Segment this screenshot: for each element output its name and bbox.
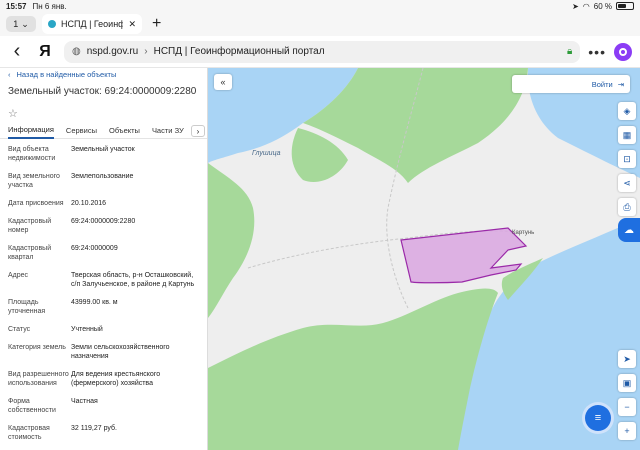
share-icon[interactable]: ⋖ bbox=[618, 174, 636, 192]
battery-icon bbox=[616, 2, 634, 10]
status-right: ➤ ◠ 60 % bbox=[572, 2, 634, 11]
tab-item[interactable]: Информация bbox=[8, 123, 54, 139]
attribute-key: Вид объекта недвижимости bbox=[8, 146, 56, 162]
layers-icon[interactable]: ◈ bbox=[618, 102, 636, 120]
village-label: Картунь bbox=[512, 230, 535, 236]
attribute-value: 20.10.2016 bbox=[71, 200, 107, 207]
measure-icon[interactable]: ⊡ bbox=[618, 150, 636, 168]
table-icon[interactable]: ▦ bbox=[618, 126, 636, 144]
attribute-row: Форма собственности Частная bbox=[8, 397, 199, 415]
collapse-panel-button[interactable]: « bbox=[214, 74, 232, 90]
attribute-key: Статус bbox=[8, 326, 31, 333]
status-time: 15:57 bbox=[6, 1, 27, 11]
back-button[interactable]: ‹ bbox=[8, 40, 26, 63]
tab-count: 1 bbox=[13, 19, 19, 29]
tabs-more-button[interactable]: › bbox=[191, 125, 205, 137]
yandex-logo[interactable]: Я bbox=[34, 41, 56, 63]
attribute-key: Адрес bbox=[8, 272, 29, 279]
attribute-key: Площадь уточненная bbox=[8, 299, 46, 315]
tab-bar: 1 ⌄ НСПД | Геоинформ ✕ + bbox=[0, 12, 640, 36]
attribute-key: Вид разрешенного использования bbox=[8, 371, 69, 387]
battery-percent: 60 % bbox=[593, 1, 612, 11]
map-toolbar-bottom: ➤ ▣ − + bbox=[618, 350, 636, 440]
map-toolbar-top: ◈ ▦ ⊡ ⋖ ⎙ bbox=[618, 102, 636, 216]
url-separator: › bbox=[144, 46, 148, 57]
chat-assistant-button[interactable]: ≡ bbox=[585, 405, 611, 431]
zoom-in-icon[interactable]: + bbox=[618, 422, 636, 440]
location-icon: ➤ bbox=[572, 1, 579, 11]
attribute-value: 69:24:0000009 bbox=[71, 245, 118, 252]
attribute-key: Кадастровая стоимость bbox=[8, 425, 50, 441]
chevron-down-icon: ⌄ bbox=[21, 18, 29, 29]
attribute-row: Вид объекта недвижимости Земельный участо… bbox=[8, 145, 199, 163]
close-icon[interactable]: ✕ bbox=[128, 19, 136, 30]
tab-item[interactable]: Части ЗУ bbox=[152, 123, 184, 139]
browser-tab[interactable]: НСПД | Геоинформ ✕ bbox=[42, 14, 142, 34]
attribute-row: Адрес Тверская область, р-н Осташковский,… bbox=[8, 271, 199, 289]
attribute-value: Землепользование bbox=[71, 173, 134, 180]
url-page-title: НСПД | Геоинформационный портал bbox=[153, 46, 325, 57]
favorite-star-icon[interactable]: ☆ bbox=[0, 101, 207, 123]
attributes-list: Вид объекта недвижимости Земельный участо… bbox=[0, 139, 207, 450]
attribute-value: 32 119,27 руб. bbox=[71, 425, 117, 432]
attribute-value: Для ведения крестьянского (фермерского) … bbox=[71, 371, 161, 387]
tab-count-button[interactable]: 1 ⌄ bbox=[6, 16, 36, 32]
map-canvas[interactable] bbox=[208, 68, 640, 450]
attribute-key: Кадастровый квартал bbox=[8, 245, 52, 261]
side-chat-button[interactable]: ☁ bbox=[618, 218, 640, 242]
attribute-row: Категория земель Земли сельскохозяйственн… bbox=[8, 343, 199, 361]
wifi-icon: ◠ bbox=[582, 1, 590, 11]
back-to-results-link[interactable]: ‹ Назад в найденные объекты bbox=[0, 68, 207, 80]
map[interactable]: Глушица Картунь « Войти ⇥ ◈ ▦ ⊡ ⋖ ⎙ ☁ ➤ ▣ − + ≡ bbox=[208, 68, 640, 450]
attribute-row: Кадастровая стоимость 32 119,27 руб. bbox=[8, 424, 199, 442]
attribute-row: Статус Учтенный bbox=[8, 325, 199, 334]
globe-icon: ◍ bbox=[72, 46, 81, 57]
tab-item[interactable]: Объекты bbox=[109, 123, 140, 139]
attribute-value: Тверская область, р-н Осташковский, с/п … bbox=[71, 272, 195, 288]
chevron-left-icon: ‹ bbox=[8, 69, 11, 79]
object-tabs: ИнформацияСервисыОбъектыЧасти ЗУС› bbox=[0, 123, 207, 139]
address-row: ‹ Я ◍ nspd.gov.ru › НСПД | Геоинформацио… bbox=[0, 36, 640, 68]
attribute-value: Земельный участок bbox=[71, 146, 135, 153]
print-icon[interactable]: ⎙ bbox=[618, 198, 636, 216]
object-panel: ‹ Назад в найденные объекты Земельный уч… bbox=[0, 68, 208, 450]
status-date: Пн 6 янв. bbox=[32, 1, 67, 11]
battery-fill bbox=[618, 4, 627, 8]
status-bar: 15:57 Пн 6 янв. ➤ ◠ 60 % bbox=[0, 0, 640, 12]
attribute-key: Кадастровый номер bbox=[8, 218, 52, 234]
attribute-key: Категория земель bbox=[8, 344, 66, 351]
attribute-value: Частная bbox=[71, 398, 98, 405]
login-label: Войти bbox=[591, 79, 613, 89]
address-bar[interactable]: ◍ nspd.gov.ru › НСПД | Геоинформационный… bbox=[64, 40, 581, 63]
lake-label: Глушица bbox=[252, 150, 281, 157]
login-button[interactable]: Войти ⇥ bbox=[512, 75, 630, 93]
attribute-value: 69:24:0000009:2280 bbox=[71, 218, 136, 225]
zoom-out-icon[interactable]: − bbox=[618, 398, 636, 416]
more-icon[interactable]: ••• bbox=[588, 44, 606, 60]
attribute-key: Форма собственности bbox=[8, 398, 56, 414]
browser-tab-title: НСПД | Геоинформ bbox=[61, 19, 124, 29]
alice-icon[interactable] bbox=[614, 42, 632, 61]
new-tab-button[interactable]: + bbox=[148, 16, 165, 32]
tab-item[interactable]: Сервисы bbox=[66, 123, 97, 139]
attribute-row: Вид земельного участка Землепользование bbox=[8, 172, 199, 190]
attribute-key: Дата присвоения bbox=[8, 200, 64, 207]
locate-icon[interactable]: ➤ bbox=[618, 350, 636, 368]
attribute-value: Учтенный bbox=[71, 326, 103, 333]
attribute-row: Кадастровый квартал 69:24:0000009 bbox=[8, 244, 199, 262]
minimap-icon[interactable]: ▣ bbox=[618, 374, 636, 392]
attribute-key: Вид земельного участка bbox=[8, 173, 60, 189]
attribute-value: 43999.00 кв. м bbox=[71, 299, 118, 306]
back-to-results-label: Назад в найденные объекты bbox=[16, 69, 117, 79]
favicon-icon bbox=[48, 20, 56, 28]
lock-icon: 🔒︎ bbox=[566, 46, 573, 57]
login-icon: ⇥ bbox=[617, 79, 624, 89]
attribute-value: Земли сельскохозяйственного назначения bbox=[71, 344, 170, 360]
attribute-row: Кадастровый номер 69:24:0000009:2280 bbox=[8, 217, 199, 235]
attribute-row: Вид разрешенного использования Для ведени… bbox=[8, 370, 199, 388]
object-title: Земельный участок: 69:24:0000009:2280 bbox=[8, 86, 197, 97]
attribute-row: Площадь уточненная 43999.00 кв. м bbox=[8, 298, 199, 316]
attribute-row: Дата присвоения 20.10.2016 bbox=[8, 199, 199, 208]
url-host: nspd.gov.ru bbox=[86, 46, 139, 57]
